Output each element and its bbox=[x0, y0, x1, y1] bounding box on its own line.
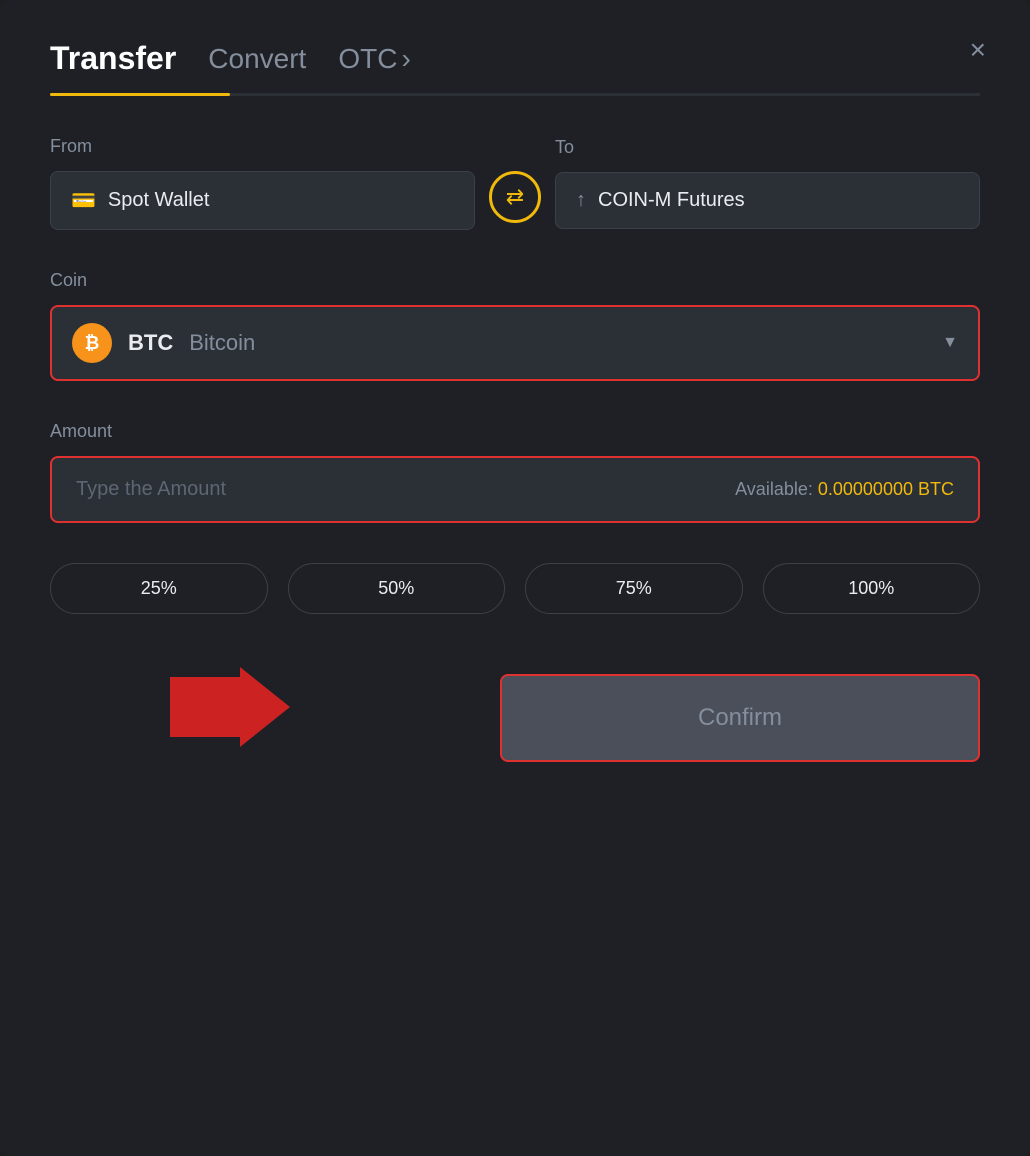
coin-label: Coin bbox=[50, 270, 980, 291]
wallet-icon: 💳 bbox=[71, 188, 96, 213]
swap-icon: ⇄ bbox=[506, 184, 524, 210]
tab-convert[interactable]: Convert bbox=[208, 43, 306, 75]
amount-label: Amount bbox=[50, 421, 980, 442]
amount-placeholder: Type the Amount bbox=[76, 478, 226, 501]
btc-icon: ₿ bbox=[72, 323, 112, 363]
swap-column: ⇄ bbox=[475, 171, 555, 223]
tab-active-underline bbox=[50, 93, 230, 96]
percent-75-button[interactable]: 75% bbox=[525, 563, 743, 614]
arrow-pointer bbox=[170, 667, 290, 752]
from-label: From bbox=[50, 136, 475, 157]
amount-input-box[interactable]: Type the Amount Available: 0.00000000 BT… bbox=[50, 456, 980, 523]
to-column: To ↑ COIN-M Futures bbox=[555, 137, 980, 229]
amount-section: Amount Type the Amount Available: 0.0000… bbox=[50, 421, 980, 523]
from-wallet-selector[interactable]: 💳 Spot Wallet bbox=[50, 171, 475, 230]
otc-chevron-icon: › bbox=[401, 43, 410, 75]
coin-symbol: BTC bbox=[128, 330, 173, 356]
from-wallet-label: Spot Wallet bbox=[108, 189, 210, 212]
percent-25-button[interactable]: 25% bbox=[50, 563, 268, 614]
coin-selector[interactable]: ₿ BTC Bitcoin ▼ bbox=[50, 305, 980, 381]
percentage-row: 25% 50% 75% 100% bbox=[50, 563, 980, 614]
available-value: 0.00000000 BTC bbox=[818, 479, 954, 499]
coin-section: Coin ₿ BTC Bitcoin ▼ bbox=[50, 270, 980, 381]
close-icon[interactable]: × bbox=[970, 36, 986, 64]
modal-header: Transfer Convert OTC › bbox=[50, 40, 980, 77]
confirm-area: Confirm bbox=[50, 674, 980, 762]
to-label: To bbox=[555, 137, 980, 158]
swap-button[interactable]: ⇄ bbox=[489, 171, 541, 223]
coin-full-name: Bitcoin bbox=[189, 330, 255, 356]
confirm-button[interactable]: Confirm bbox=[500, 674, 980, 762]
arrow-svg bbox=[170, 667, 290, 747]
btc-icon-letter: ₿ bbox=[85, 333, 100, 354]
futures-icon: ↑ bbox=[576, 189, 586, 212]
percent-100-button[interactable]: 100% bbox=[763, 563, 981, 614]
to-futures-label: COIN-M Futures bbox=[598, 189, 745, 212]
tab-otc[interactable]: OTC › bbox=[338, 43, 410, 75]
to-futures-selector[interactable]: ↑ COIN-M Futures bbox=[555, 172, 980, 229]
tab-transfer[interactable]: Transfer bbox=[50, 40, 176, 77]
available-text: Available: 0.00000000 BTC bbox=[735, 479, 954, 500]
from-to-section: From 💳 Spot Wallet ⇄ To ↑ COIN-M Futures bbox=[50, 136, 980, 230]
chevron-down-icon: ▼ bbox=[942, 334, 958, 352]
tab-underline-container bbox=[50, 93, 980, 96]
transfer-modal: Transfer Convert OTC › × From 💳 Spot Wal… bbox=[0, 0, 1030, 1156]
from-to-row: From 💳 Spot Wallet ⇄ To ↑ COIN-M Futures bbox=[50, 136, 980, 230]
percent-50-button[interactable]: 50% bbox=[288, 563, 506, 614]
from-column: From 💳 Spot Wallet bbox=[50, 136, 475, 230]
